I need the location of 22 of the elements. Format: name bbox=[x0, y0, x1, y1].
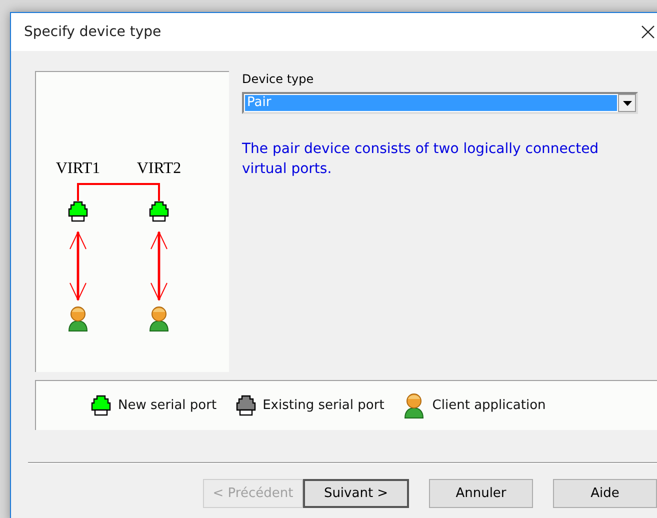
legend-label: Client application bbox=[432, 398, 546, 413]
dialog-button[interactable]: Annuler bbox=[429, 479, 533, 508]
person-icon bbox=[150, 306, 168, 332]
window-title: Specify device type bbox=[24, 24, 162, 40]
double-arrow bbox=[150, 230, 168, 302]
port-label: VIRT1 bbox=[56, 160, 100, 177]
dialog-button[interactable]: Suivant > bbox=[303, 479, 409, 508]
person-icon bbox=[68, 306, 88, 332]
legend-label: New serial port bbox=[118, 398, 217, 413]
caret-icon bbox=[622, 100, 632, 106]
legend-label: Existing serial port bbox=[262, 398, 384, 413]
serial-port-icon bbox=[68, 201, 88, 222]
port-label: VIRT2 bbox=[136, 160, 182, 177]
description-text: The pair device consists of two logically connected virtual ports. bbox=[242, 140, 600, 179]
person-icon bbox=[402, 392, 426, 419]
serial-port-icon bbox=[149, 201, 169, 222]
serial-port-icon bbox=[90, 395, 112, 416]
serial-port-icon bbox=[234, 395, 257, 416]
double-arrow bbox=[70, 230, 86, 302]
field-label: Device type bbox=[242, 72, 314, 86]
close-icon[interactable] bbox=[641, 25, 655, 39]
dialog-button[interactable]: Aide bbox=[553, 479, 657, 508]
